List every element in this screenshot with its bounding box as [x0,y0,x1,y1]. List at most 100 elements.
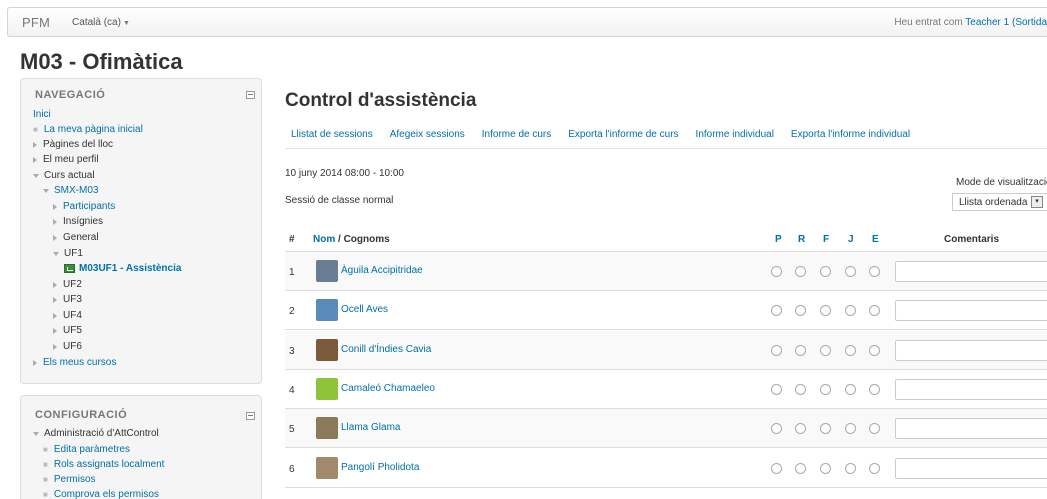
expand-arrow-icon [53,203,57,210]
nav-item-label: Insígnies [63,216,104,227]
comment-input[interactable] [895,378,1047,400]
comment-input[interactable] [895,300,1047,322]
radio-e[interactable] [869,305,880,317]
settings-check-permissions[interactable]: ■ Comprova els permisos [43,489,159,499]
user-profile-link[interactable]: Teacher 1 [965,17,1009,28]
nav-item-label: UF3 [63,294,82,305]
view-mode-select[interactable]: Llista ordenada ▾ [952,193,1047,211]
comment-input[interactable] [895,339,1047,361]
settings-item-label: Administració d'AttControl [44,428,159,439]
radio-absent[interactable] [820,462,831,474]
radio-present[interactable] [771,423,782,435]
nav-uf6[interactable]: UF6 [53,341,82,352]
radio-present[interactable] [771,305,782,317]
radio-excused[interactable] [845,344,856,356]
radio-e[interactable] [869,344,880,356]
settings-attcontrol-admin[interactable]: Administració d'AttControl [33,428,159,439]
radio-e[interactable] [869,462,880,474]
avatar[interactable] [316,260,338,282]
bullet-icon: ■ [43,490,48,499]
student-name-link[interactable]: Àguila Accipitridae [341,265,423,276]
settings-item-label: Rols assignats localment [53,459,165,470]
radio-e[interactable] [869,266,880,277]
tab-session-list[interactable]: Llistat de sessions [291,129,373,140]
login-prefix: Heu entrat com [894,17,966,28]
nav-uf1[interactable]: UF1 [53,248,83,259]
radio-absent[interactable] [820,266,831,277]
nav-my-courses[interactable]: Els meus cursos [33,357,116,368]
nav-participants[interactable]: Participants [53,201,115,212]
settings-edit-parameters[interactable]: ■ Edita paràmetres [43,444,130,455]
radio-e[interactable] [869,383,880,395]
tab-individual-report[interactable]: Informe individual [696,129,774,140]
radio-late[interactable] [795,423,806,435]
radio-absent[interactable] [820,305,831,317]
radio-present[interactable] [771,266,782,277]
comment-input[interactable] [895,457,1047,479]
collapse-icon[interactable] [246,91,255,99]
col-header-late[interactable]: R [798,234,805,245]
student-name-link[interactable]: Conill d'Índies Cavia [341,344,431,355]
nav-course-smx-m03[interactable]: SMX-M03 [43,185,98,196]
nav-uf3[interactable]: UF3 [53,294,82,305]
tab-export-individual-report[interactable]: Exporta l'informe individual [791,129,910,140]
avatar[interactable] [316,338,338,361]
nav-my-home-link[interactable]: ■ La meva pàgina inicial [33,124,143,135]
nav-general[interactable]: General [53,232,99,243]
avatar[interactable] [316,299,338,322]
radio-present[interactable] [771,344,782,356]
student-name-link[interactable]: Camaleó Chamaeleo [341,383,435,394]
radio-late[interactable] [795,344,806,356]
avatar[interactable] [316,456,338,479]
tabs-divider [285,148,1047,149]
nav-current-course[interactable]: Curs actual [33,170,95,181]
settings-permissions[interactable]: ■ Permisos [43,474,96,485]
radio-late[interactable] [795,305,806,317]
radio-late[interactable] [795,383,806,395]
tab-add-sessions[interactable]: Afegeix sessions [390,129,465,140]
logout-link[interactable]: (Sortida [1012,17,1047,28]
language-menu[interactable]: Català (ca) ▼ [72,17,130,28]
radio-excused[interactable] [845,266,856,277]
nav-home-link[interactable]: Inici [33,109,51,120]
settings-local-roles[interactable]: ■ Rols assignats localment [43,459,164,470]
radio-excused[interactable] [845,305,856,317]
radio-late[interactable] [795,462,806,474]
radio-absent[interactable] [820,344,831,356]
comment-input[interactable] [895,261,1047,282]
nav-uf2[interactable]: UF2 [53,279,82,290]
nav-my-profile[interactable]: El meu perfil [33,154,99,165]
col-header-absent[interactable]: F [823,234,829,245]
collapse-icon[interactable] [246,412,255,420]
radio-present[interactable] [771,383,782,395]
avatar[interactable] [316,417,338,440]
col-header-excused[interactable]: J [848,234,854,245]
nav-item-label: La meva pàgina inicial [43,124,143,135]
radio-absent[interactable] [820,423,831,435]
sort-by-name-link[interactable]: Nom [313,234,335,245]
nav-badges[interactable]: Insígnies [53,216,103,227]
session-date: 10 juny 2014 08:00 - 10:00 [285,168,404,179]
radio-present[interactable] [771,462,782,474]
student-name-link[interactable]: Llama Glama [341,422,400,433]
radio-excused[interactable] [845,423,856,435]
tab-export-course-report[interactable]: Exporta l'informe de curs [568,129,678,140]
nav-uf4[interactable]: UF4 [53,310,82,321]
col-header-present[interactable]: P [775,234,782,245]
avatar[interactable] [316,377,338,400]
nav-uf5[interactable]: UF5 [53,325,82,336]
radio-late[interactable] [795,266,806,277]
radio-excused[interactable] [845,462,856,474]
student-name-link[interactable]: Ocell Aves [341,304,388,315]
student-name-link[interactable]: Pangolí Pholidota [341,462,419,473]
nav-site-pages[interactable]: Pàgines del lloc [33,139,113,150]
col-header-e[interactable]: E [872,234,879,245]
tab-course-report[interactable]: Informe de curs [482,129,551,140]
comment-input[interactable] [895,418,1047,440]
row-number: 6 [289,463,295,475]
nav-attendance-activity[interactable]: M03UF1 - Assistència [64,263,181,274]
radio-e[interactable] [869,423,880,435]
site-brand[interactable]: PFM [22,15,50,30]
radio-absent[interactable] [820,383,831,395]
radio-excused[interactable] [845,383,856,395]
